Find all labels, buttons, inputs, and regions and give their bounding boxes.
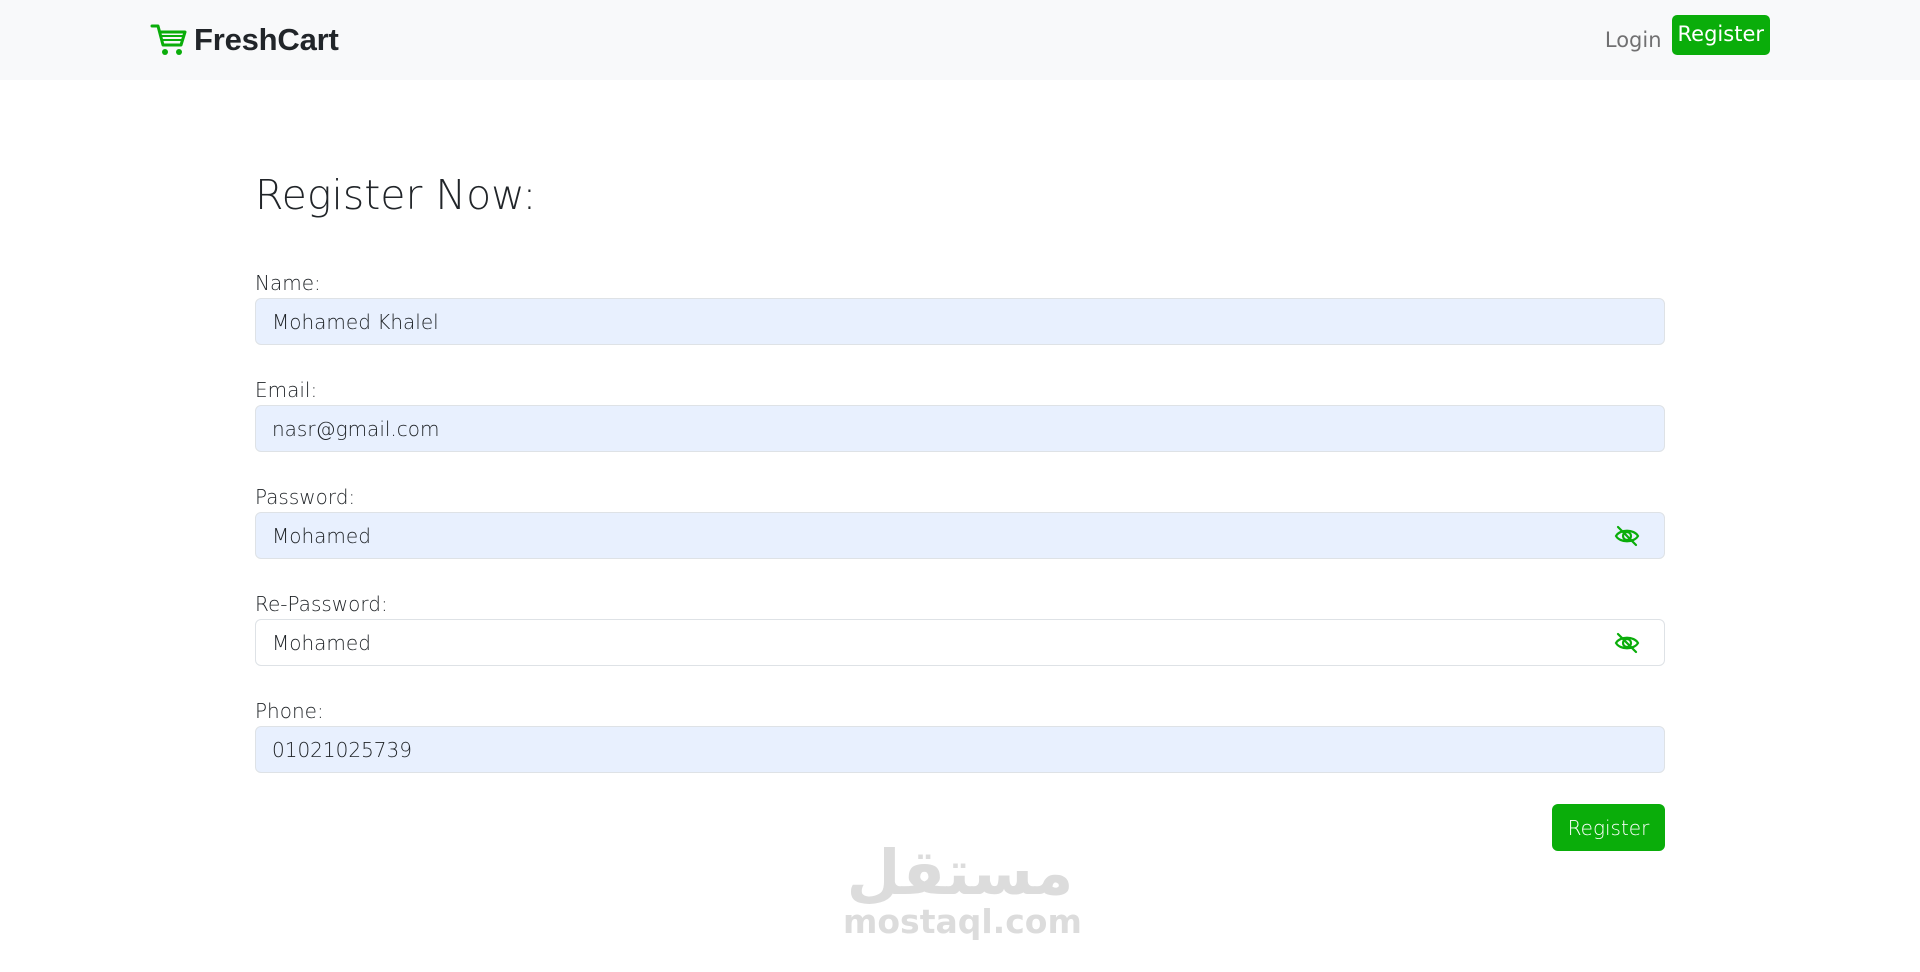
phone-field-group: Phone: (255, 696, 1665, 773)
nav-register-link[interactable]: Register (1671, 15, 1770, 55)
name-input[interactable] (256, 299, 1664, 344)
watermark-arabic: مستقل (846, 836, 1074, 909)
watermark: مستقل mostaql.com (843, 836, 1082, 958)
email-input[interactable] (256, 406, 1664, 451)
name-field-group: Name: (255, 268, 1665, 345)
shopping-cart-icon (150, 24, 187, 55)
password-label: Password: (255, 485, 356, 509)
email-field-group: Email: (255, 375, 1665, 452)
eye-slash-icon[interactable] (1614, 632, 1640, 654)
name-input-box (255, 298, 1665, 345)
email-input-box (255, 405, 1665, 452)
email-label: Email: (255, 378, 318, 402)
name-label: Name: (255, 271, 321, 295)
password-field-group: Password: (255, 482, 1665, 559)
register-form: Register Now: Name: Email: Password: Re-… (255, 160, 1665, 851)
nav-links: Login Register (1605, 15, 1770, 55)
register-submit-button[interactable]: Register (1552, 804, 1665, 851)
page-title: Register Now: (255, 171, 537, 219)
brand-name: FreshCart (194, 22, 339, 57)
brand-logo[interactable]: FreshCart (150, 22, 339, 58)
phone-input-box (255, 726, 1665, 773)
repassword-input[interactable] (256, 620, 1664, 665)
navbar: FreshCart Login Register (0, 0, 1920, 80)
repassword-field-group: Re-Password: (255, 589, 1665, 666)
phone-input[interactable] (256, 727, 1664, 772)
watermark-latin: mostaql.com (843, 902, 1082, 941)
eye-slash-icon[interactable] (1614, 525, 1640, 547)
password-input[interactable] (256, 513, 1664, 558)
password-input-box (255, 512, 1665, 559)
phone-label: Phone: (255, 699, 324, 723)
nav-login-link[interactable]: Login (1605, 18, 1662, 52)
repassword-input-box (255, 619, 1665, 666)
repassword-label: Re-Password: (255, 592, 388, 616)
